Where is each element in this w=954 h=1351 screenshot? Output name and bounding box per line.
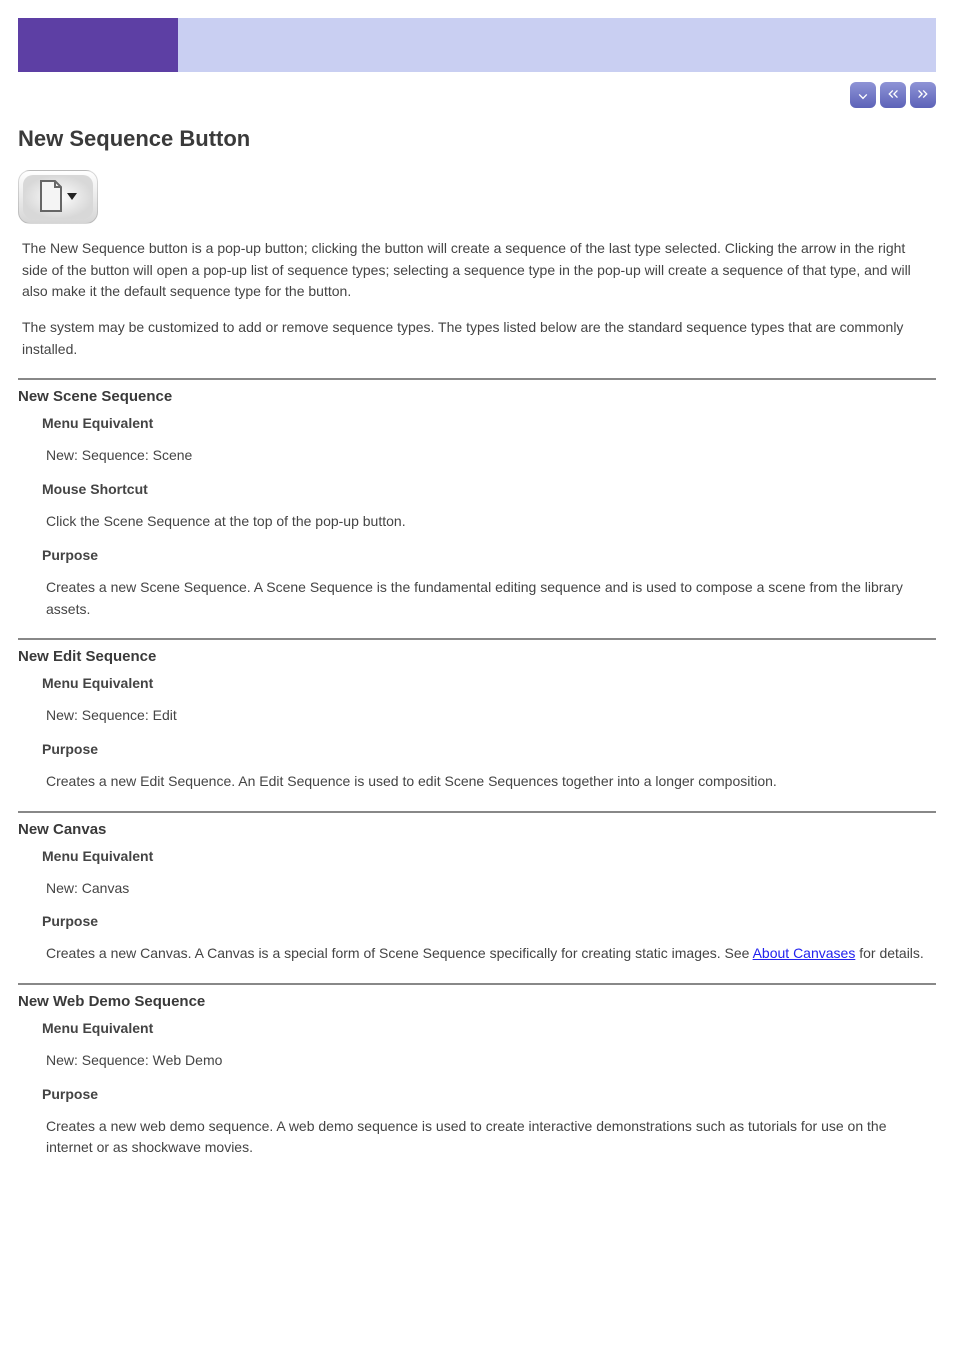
body-suffix: for details. [855, 945, 923, 961]
section-heading: New Scene Sequence [18, 388, 936, 405]
notice-paragraph: The system may be customized to add or r… [22, 317, 932, 360]
subsection-body: New: Sequence: Edit [46, 705, 932, 727]
subsection-title: Purpose [42, 913, 936, 929]
subsection-body: New: Sequence: Scene [46, 445, 932, 467]
subsection-body: Click the Scene Sequence at the top of t… [46, 511, 932, 533]
header-banner [18, 18, 936, 72]
dropdown-triangle-icon [66, 189, 78, 205]
subsection-body: New: Sequence: Web Demo [46, 1050, 932, 1072]
section-heading: New Web Demo Sequence [18, 993, 936, 1010]
subsection-body: Creates a new web demo sequence. A web d… [46, 1116, 932, 1159]
subsection-title: Purpose [42, 547, 936, 563]
next-page-button[interactable] [910, 82, 936, 108]
subsection-title: Mouse Shortcut [42, 481, 936, 497]
document-icon [38, 180, 64, 215]
nav-icon-bar [18, 78, 936, 118]
body-prefix: Creates a new Canvas. A Canvas is a spec… [46, 945, 753, 961]
arrow-down-icon [855, 86, 871, 105]
subsection-title: Menu Equivalent [42, 415, 936, 431]
divider [18, 811, 936, 813]
divider [18, 638, 936, 640]
subsection-title: Menu Equivalent [42, 1020, 936, 1036]
subsection-body: Creates a new Canvas. A Canvas is a spec… [46, 943, 932, 965]
page-title: New Sequence Button [18, 126, 936, 152]
section-heading: New Canvas [18, 821, 936, 838]
divider [18, 983, 936, 985]
chevron-double-left-icon [885, 86, 901, 105]
chevron-double-right-icon [915, 86, 931, 105]
scroll-down-button[interactable] [850, 82, 876, 108]
divider [18, 378, 936, 380]
about-canvases-link[interactable]: About Canvases [753, 945, 856, 961]
subsection-title: Menu Equivalent [42, 848, 936, 864]
header-banner-left [18, 18, 178, 72]
intro-paragraph: The New Sequence button is a pop-up butt… [22, 238, 932, 303]
subsection-body: Creates a new Edit Sequence. An Edit Seq… [46, 771, 932, 793]
subsection-title: Menu Equivalent [42, 675, 936, 691]
prev-page-button[interactable] [880, 82, 906, 108]
subsection-title: Purpose [42, 1086, 936, 1102]
subsection-body: Creates a new Scene Sequence. A Scene Se… [46, 577, 932, 620]
new-sequence-toolbar-button[interactable] [18, 170, 98, 224]
header-banner-right [178, 18, 936, 72]
section-heading: New Edit Sequence [18, 648, 936, 665]
subsection-title: Purpose [42, 741, 936, 757]
subsection-body: New: Canvas [46, 878, 932, 900]
